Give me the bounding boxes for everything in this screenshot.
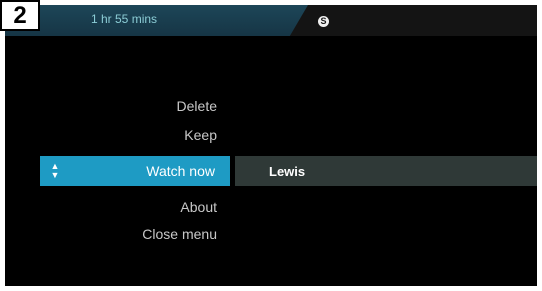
duration-label: 1 hr 55 mins [91,12,158,26]
menu-item-close-menu[interactable]: Close menu [142,226,217,242]
menu-item-about[interactable]: About [180,199,217,215]
step-number-badge: 2 [0,0,40,31]
menu-item-delete[interactable]: Delete [177,98,217,114]
menu-item-keep[interactable]: Keep [184,127,217,143]
up-down-arrows-icon: ▲ ▼ [50,161,60,180]
menu-item-label: Watch now [146,163,215,179]
profile-name: Lewis [269,164,306,179]
tv-screen: 1 hr 55 mins S Delete Keep ▲ ▼ Watch now … [5,5,537,286]
profile-bar: Lewis [235,156,537,186]
menu-item-watch-now[interactable]: ▲ ▼ Watch now [40,156,230,186]
subtitles-icon: S [318,16,329,27]
top-bar: 1 hr 55 mins S [5,5,537,36]
